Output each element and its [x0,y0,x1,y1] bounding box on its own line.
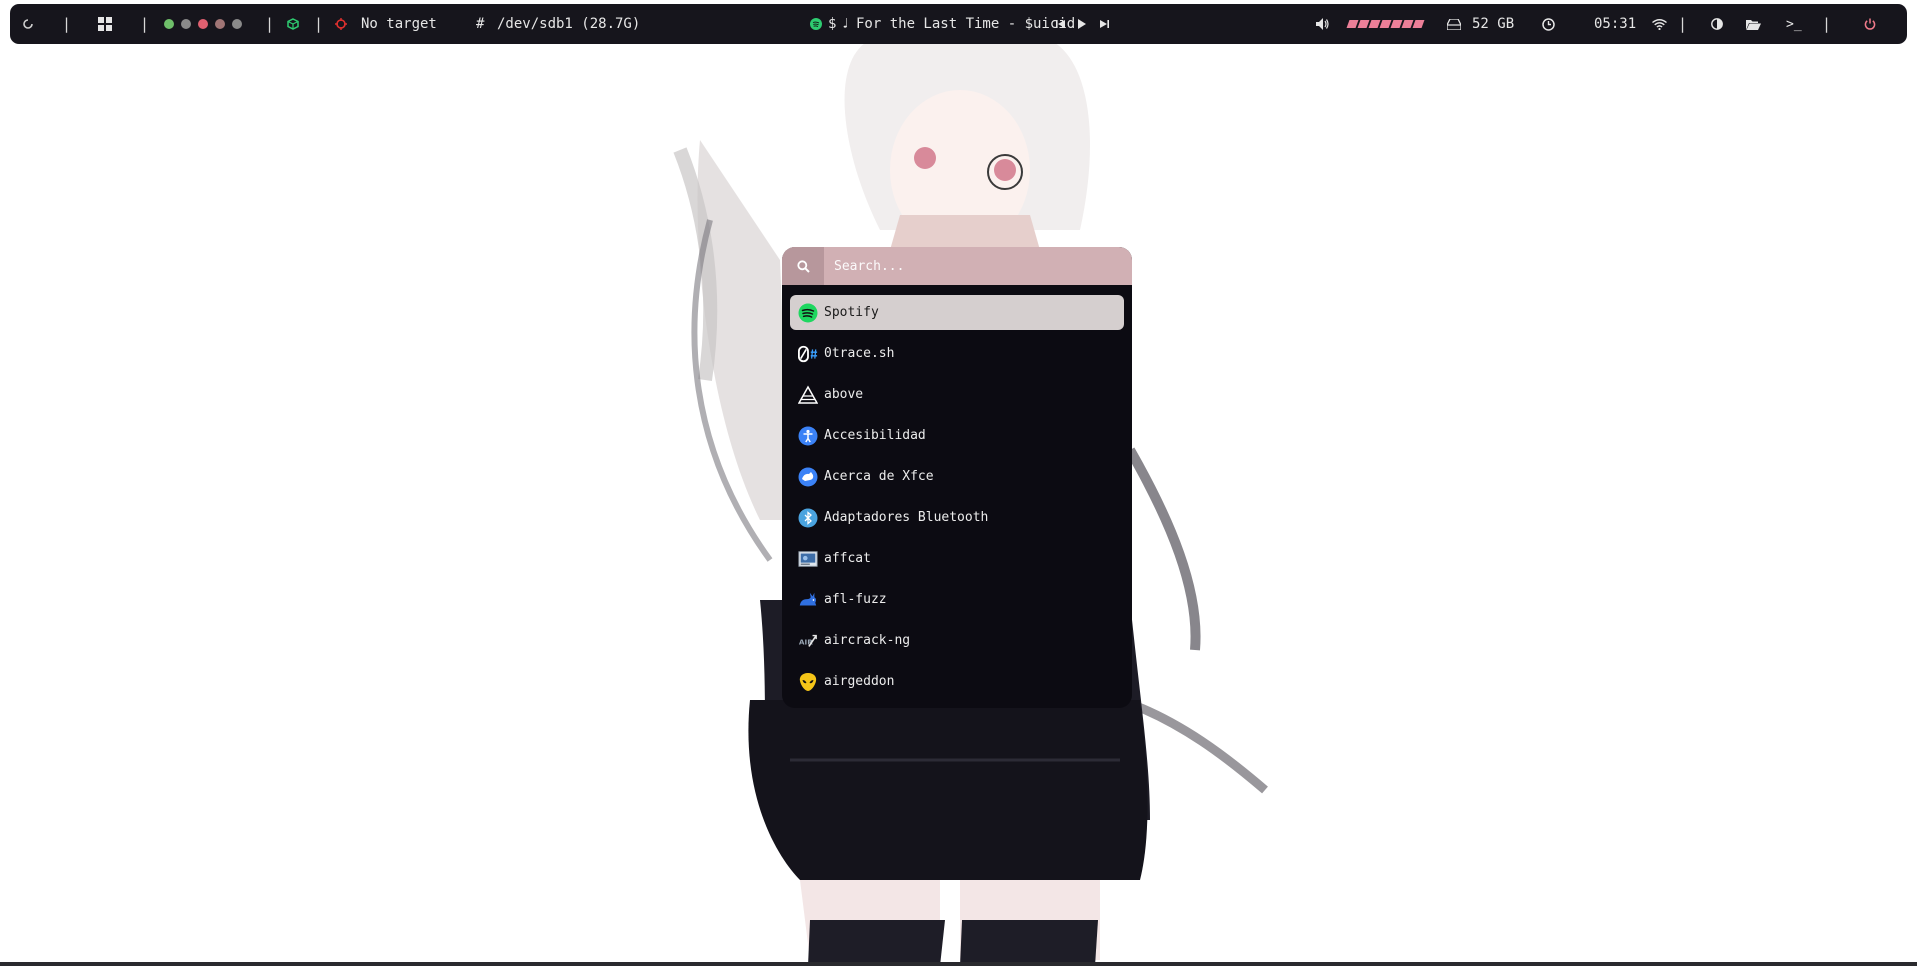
clock-label: 05:31 [1594,16,1637,32]
music-note-icon: ♩ [841,16,850,32]
skull-icon[interactable] [164,19,174,29]
skull-icon[interactable] [215,19,225,29]
disk-mount-label: /dev/sdb1 (28.7G) [497,16,641,32]
affcat-icon [798,549,818,569]
list-item[interactable]: 0trace.sh [790,336,1124,371]
vpn-cube-icon[interactable] [287,4,299,44]
search-bar [782,247,1132,286]
volume-icon[interactable] [1316,4,1330,44]
list-item-label: affcat [824,551,871,566]
volume-bar[interactable] [1346,4,1425,44]
play-icon[interactable] [1077,4,1087,44]
app-launcher: Spotify 0trace.sh above Accesibilidad Ac… [782,247,1132,708]
alien-icon [798,672,818,692]
target-icon[interactable] [335,4,347,44]
separator: | [62,15,72,33]
aircrack-icon: AIR [798,631,818,651]
now-playing-label: For the Last Time - $uicid [856,16,1076,32]
results-list: Spotify 0trace.sh above Accesibilidad Ac… [790,295,1124,705]
spotify-status-icon[interactable] [810,4,822,44]
list-item[interactable]: Accesibilidad [790,418,1124,453]
list-item[interactable]: above [790,377,1124,412]
theme-toggle-icon[interactable] [1711,4,1723,44]
wifi-icon[interactable] [1652,4,1667,44]
target-label: No target [361,16,437,32]
top-panel: | | | | No target # /dev/sdb1 (28.7G) $ … [10,4,1907,44]
accessibility-icon [798,426,818,446]
xfce-icon [798,467,818,487]
list-item-label: 0trace.sh [824,346,895,361]
workspaces-grid-icon[interactable] [98,4,112,44]
list-item-label: afl-fuzz [824,592,887,607]
list-item[interactable]: Acerca de Xfce [790,459,1124,494]
list-item[interactable]: AIR aircrack-ng [790,623,1124,658]
list-item-label: aircrack-ng [824,633,911,648]
search-icon [782,247,824,285]
list-item-label: Accesibilidad [824,428,926,443]
list-item-label: above [824,387,864,402]
separator: | [140,15,150,33]
dollar-glyph: $ [828,16,837,32]
clock-icon[interactable] [1542,4,1555,44]
storage-label: 52 GB [1472,16,1515,32]
launcher-menu-icon[interactable] [22,4,34,44]
power-icon[interactable] [1864,4,1876,44]
terminal-icon[interactable]: >_ [1786,4,1802,44]
disk-hash-icon: # [476,16,485,32]
list-item-label: Adaptadores Bluetooth [824,510,989,525]
separator: | [1822,15,1832,33]
list-item[interactable]: Spotify [790,295,1124,330]
folder-icon[interactable] [1746,4,1761,44]
separator: | [1678,15,1688,33]
skull-icon[interactable] [181,19,191,29]
list-item[interactable]: airgeddon [790,664,1124,699]
search-input[interactable] [824,247,1132,286]
hard-drive-icon[interactable] [1447,4,1461,44]
0trace-icon [798,344,818,364]
list-item-label: airgeddon [824,674,895,689]
bluetooth-icon [798,508,818,528]
next-track-icon[interactable] [1099,4,1109,44]
above-icon [798,384,818,405]
list-item[interactable]: afl-fuzz [790,582,1124,617]
previous-track-icon[interactable] [1056,4,1066,44]
spotify-icon [798,303,818,323]
list-item[interactable]: Adaptadores Bluetooth [790,500,1124,535]
separator: | [265,15,275,33]
skull-icon[interactable] [198,19,208,29]
separator: | [314,15,324,33]
list-item-label: Spotify [824,305,879,320]
rabbit-icon [798,590,818,610]
skull-icon[interactable] [232,19,242,29]
screen-bottom-edge [0,962,1917,966]
list-item[interactable]: affcat [790,541,1124,576]
list-item-label: Acerca de Xfce [824,469,934,484]
workspace-skulls[interactable] [164,4,249,44]
